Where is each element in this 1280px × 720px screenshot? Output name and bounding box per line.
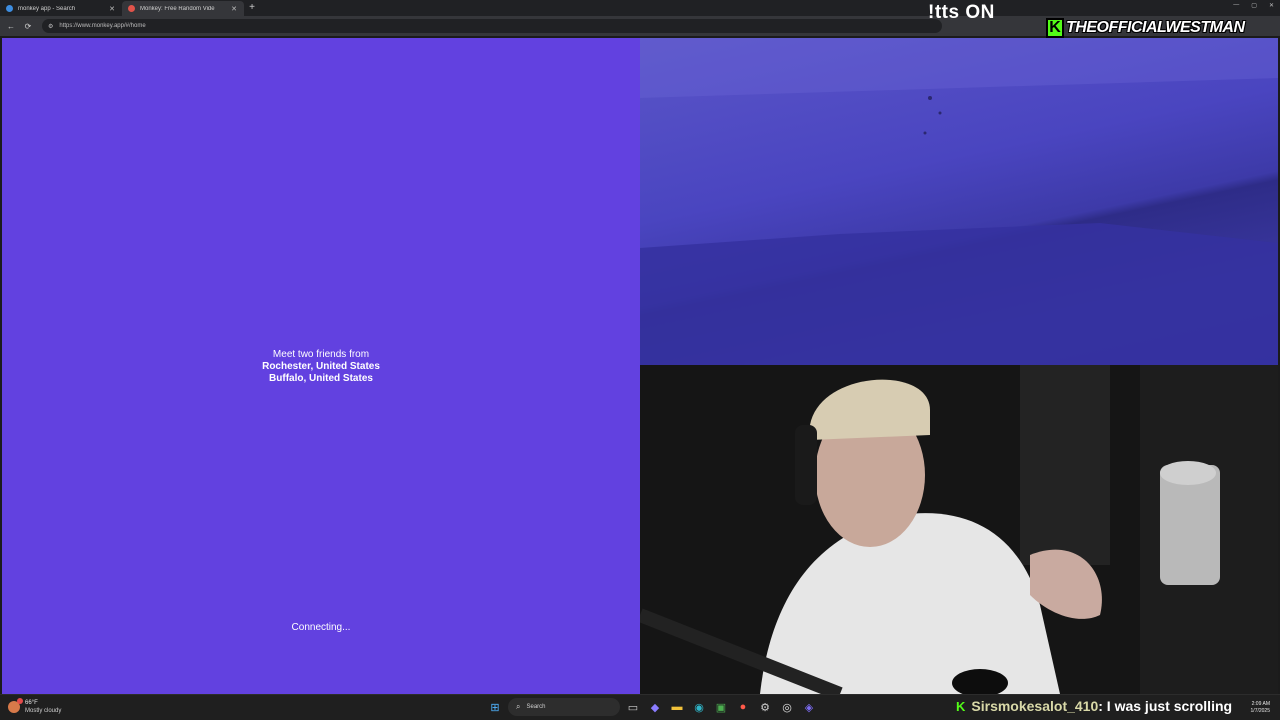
remote-video: [640, 38, 1278, 365]
chat-username: Sirsmokesalot_410: [971, 698, 1099, 714]
tab-search[interactable]: monkey app - Search ✕: [0, 1, 122, 16]
taskbar-apps: ⊞ ⌕ Search ▭ ◆ ▬ ◉ ▣ ● ⚙ ◎ ◈: [486, 698, 818, 716]
close-icon[interactable]: ✕: [108, 5, 116, 13]
weather-widget[interactable]: 66°F Mostly cloudy: [8, 698, 62, 715]
close-icon[interactable]: ✕: [230, 5, 238, 13]
reload-button[interactable]: ⟳: [21, 19, 35, 33]
search-favicon-icon: [6, 5, 13, 12]
clock-date: 1/7/2025: [1250, 708, 1270, 714]
address-bar[interactable]: ⚙ https://www.monkey.app/#/home: [42, 19, 942, 33]
xbox-icon[interactable]: ▣: [712, 698, 730, 716]
edge-icon[interactable]: ◉: [690, 698, 708, 716]
notification-badge: [17, 698, 23, 704]
search-label: Search: [526, 704, 546, 710]
webcam-video: [640, 365, 1278, 694]
tts-status: !tts ON: [928, 2, 995, 23]
match-info: Meet two friends from Rochester, United …: [2, 349, 640, 385]
system-clock[interactable]: 2:09 AM 1/7/2025: [1251, 701, 1270, 715]
kick-badge-icon: K: [956, 698, 966, 714]
windows-start-icon[interactable]: ⊞: [486, 698, 504, 716]
copilot-icon[interactable]: ◆: [646, 698, 664, 716]
close-window-button[interactable]: ✕: [1269, 2, 1274, 9]
weather-temp: 66°F: [25, 700, 38, 706]
location-1: Rochester, United States: [262, 361, 380, 372]
task-view-icon[interactable]: ▭: [624, 698, 642, 716]
obs-icon[interactable]: ◎: [778, 698, 796, 716]
weather-icon: [8, 698, 23, 713]
meet-text: Meet two friends from: [272, 349, 370, 360]
browser-icon[interactable]: ●: [734, 698, 752, 716]
window-controls: — ▢ ✕: [1233, 2, 1274, 9]
tab-title: monkey app - Search: [18, 5, 76, 12]
page-content: Meet two friends from Rochester, United …: [0, 36, 1280, 694]
kick-logo-icon: K: [1046, 18, 1064, 38]
tab-title: Monkey: Free Random Vide: [140, 5, 215, 12]
streamer-name: THEOFFICIALWESTMAN: [1066, 19, 1245, 36]
streamer-brand: K THEOFFICIALWESTMAN: [1046, 17, 1245, 39]
chat-overlay: K Sirsmokesalot_410 : I was just scrolli…: [956, 698, 1232, 714]
clock-time: 2:09 AM: [1251, 701, 1270, 707]
browser-tab-strip: monkey app - Search ✕ Monkey: Free Rando…: [0, 0, 1280, 16]
weather-condition: Mostly cloudy: [25, 708, 62, 714]
monkey-favicon-icon: [128, 5, 135, 12]
settings-icon[interactable]: ⚙: [756, 698, 774, 716]
taskbar-search[interactable]: ⌕ Search: [508, 698, 620, 716]
chat-message: : I was just scrolling: [1098, 698, 1233, 714]
location-2: Buffalo, United States: [269, 373, 373, 384]
maximize-button[interactable]: ▢: [1251, 2, 1257, 9]
file-explorer-icon[interactable]: ▬: [668, 698, 686, 716]
tab-monkey[interactable]: Monkey: Free Random Vide ✕: [122, 1, 244, 16]
new-tab-button[interactable]: +: [244, 1, 260, 16]
ceiling-scene: [640, 38, 1278, 365]
discord-icon[interactable]: ◈: [800, 698, 818, 716]
match-pane: Meet two friends from Rochester, United …: [2, 38, 640, 694]
back-button[interactable]: ←: [4, 19, 18, 33]
url-text: https://www.monkey.app/#/home: [59, 23, 146, 29]
minimize-button[interactable]: —: [1233, 2, 1239, 9]
connecting-status: Connecting...: [291, 622, 351, 633]
site-info-icon[interactable]: ⚙: [48, 23, 53, 30]
search-icon: ⌕: [516, 702, 521, 711]
streamer-webcam: [640, 365, 1278, 694]
windows-taskbar: 66°F Mostly cloudy ⊞ ⌕ Search ▭ ◆ ▬ ◉ ▣ …: [0, 694, 1280, 720]
